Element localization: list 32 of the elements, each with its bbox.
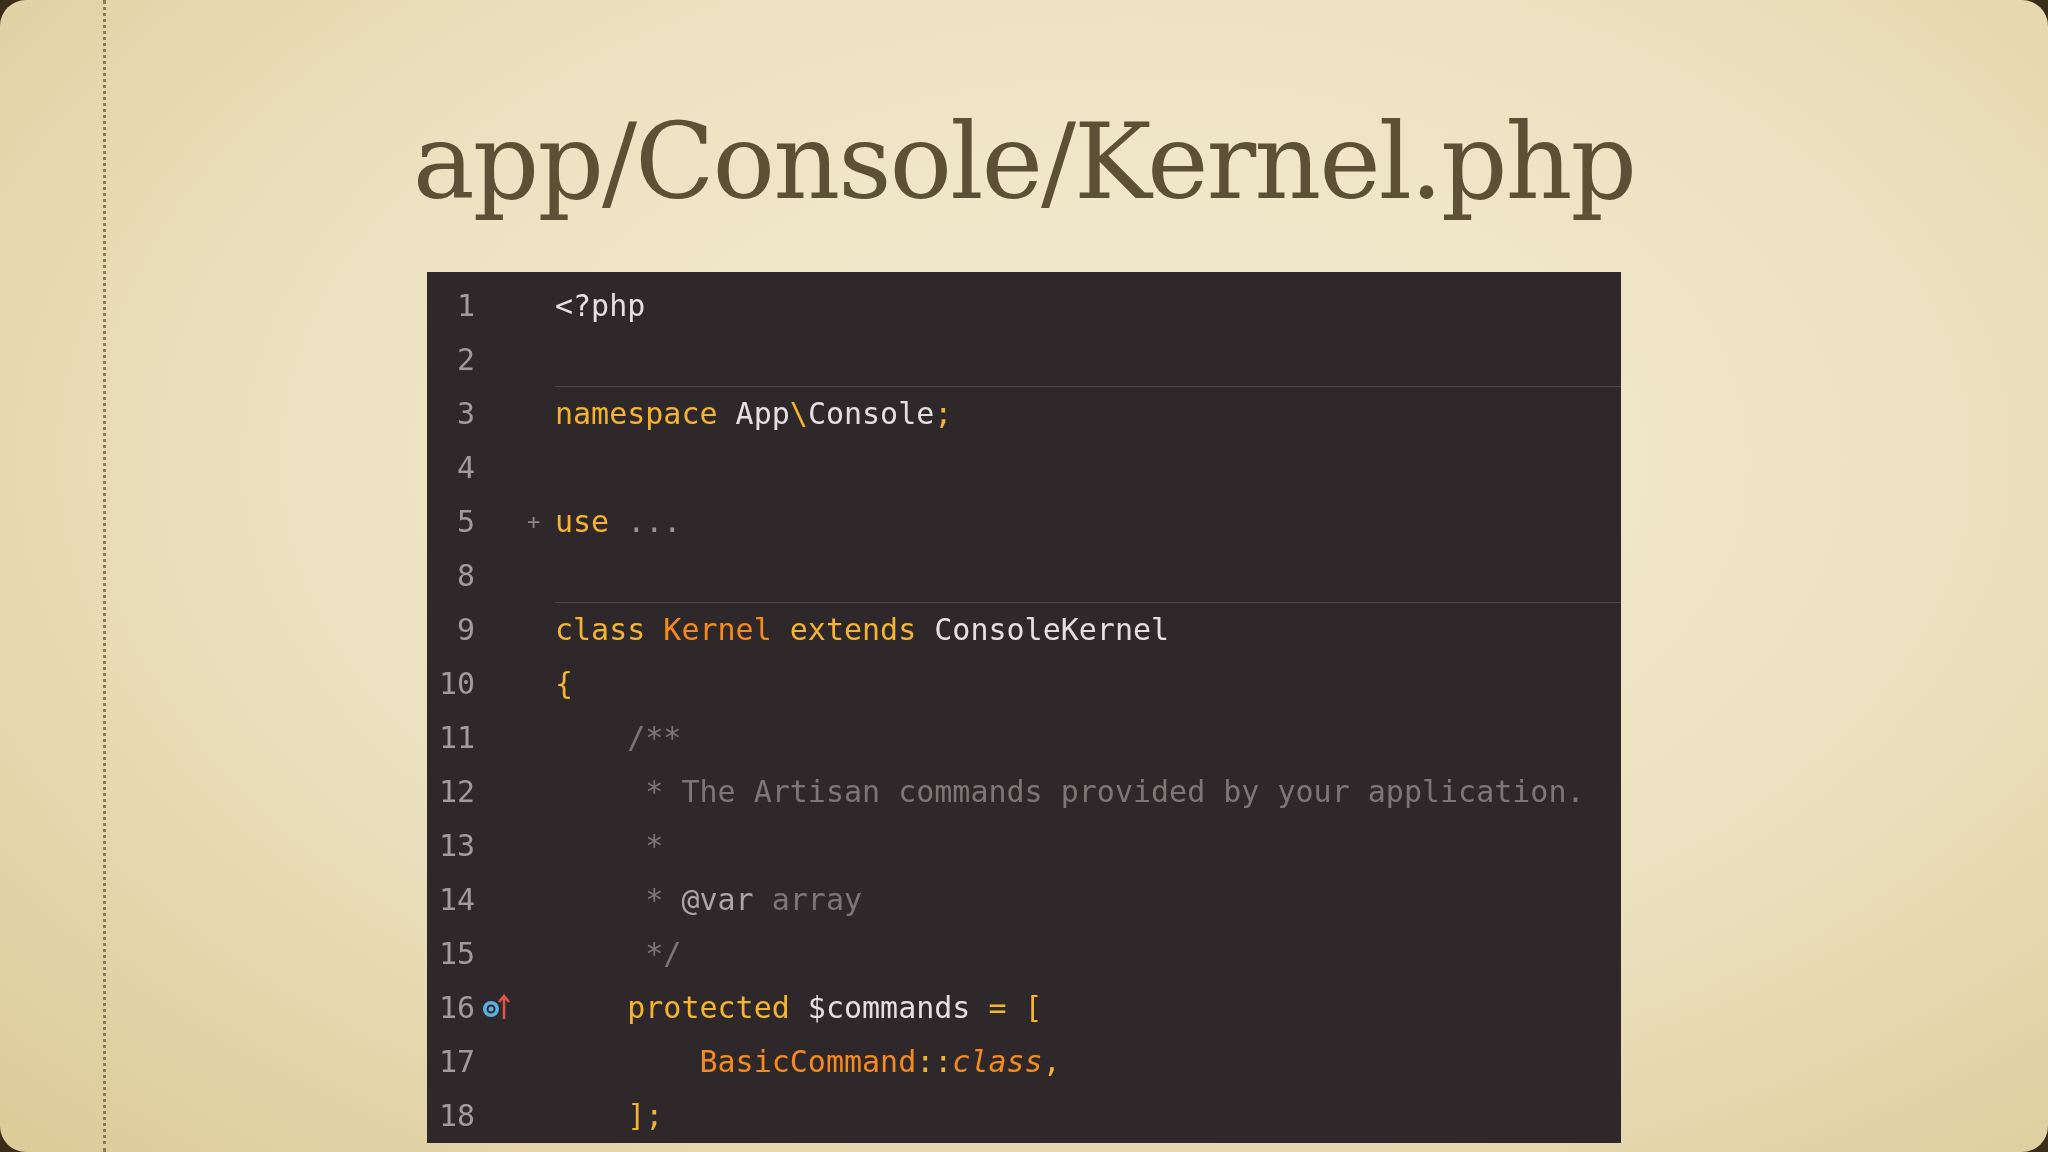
line-number: 13 <box>437 826 475 865</box>
code-line: /** <box>626 718 682 757</box>
code-line: { <box>555 664 574 703</box>
line-number: 3 <box>455 394 475 433</box>
code-line: class Kernel extends ConsoleKernel <box>555 611 1170 649</box>
line-number: 14 <box>437 880 475 919</box>
line-number: 16 <box>437 988 475 1027</box>
code-line: * <box>644 826 664 865</box>
line-number: 2 <box>455 340 475 379</box>
line-number: 5 <box>455 502 475 541</box>
fold-marker[interactable]: + <box>527 504 541 538</box>
line-number: 12 <box>437 772 475 811</box>
line-number: 4 <box>455 448 475 487</box>
code-line: BasicCommand::class, <box>698 1042 1061 1081</box>
code-line: use ... <box>555 502 682 541</box>
code-line: protected $commands = [ <box>626 988 1043 1027</box>
code-line: * The Artisan commands provided by your application. <box>644 772 1585 811</box>
code-line: ]; <box>626 1096 664 1135</box>
line-number: 8 <box>455 556 475 595</box>
code-line: */ <box>644 934 682 973</box>
line-number: 10 <box>437 664 475 703</box>
line-number: 17 <box>437 1042 475 1081</box>
line-number: 11 <box>437 718 475 757</box>
code-line: * @var array <box>644 880 863 919</box>
line-number: 15 <box>437 934 475 973</box>
line-number: 1 <box>455 286 475 325</box>
code-line: <?php <box>555 286 646 325</box>
circle-up-arrow-icon[interactable] <box>481 992 511 1022</box>
code-line: namespace App\Console; <box>555 395 953 433</box>
slide-title: app/Console/Kernel.php <box>412 100 1636 225</box>
line-number: 9 <box>455 610 475 649</box>
line-number: 18 <box>437 1096 475 1135</box>
